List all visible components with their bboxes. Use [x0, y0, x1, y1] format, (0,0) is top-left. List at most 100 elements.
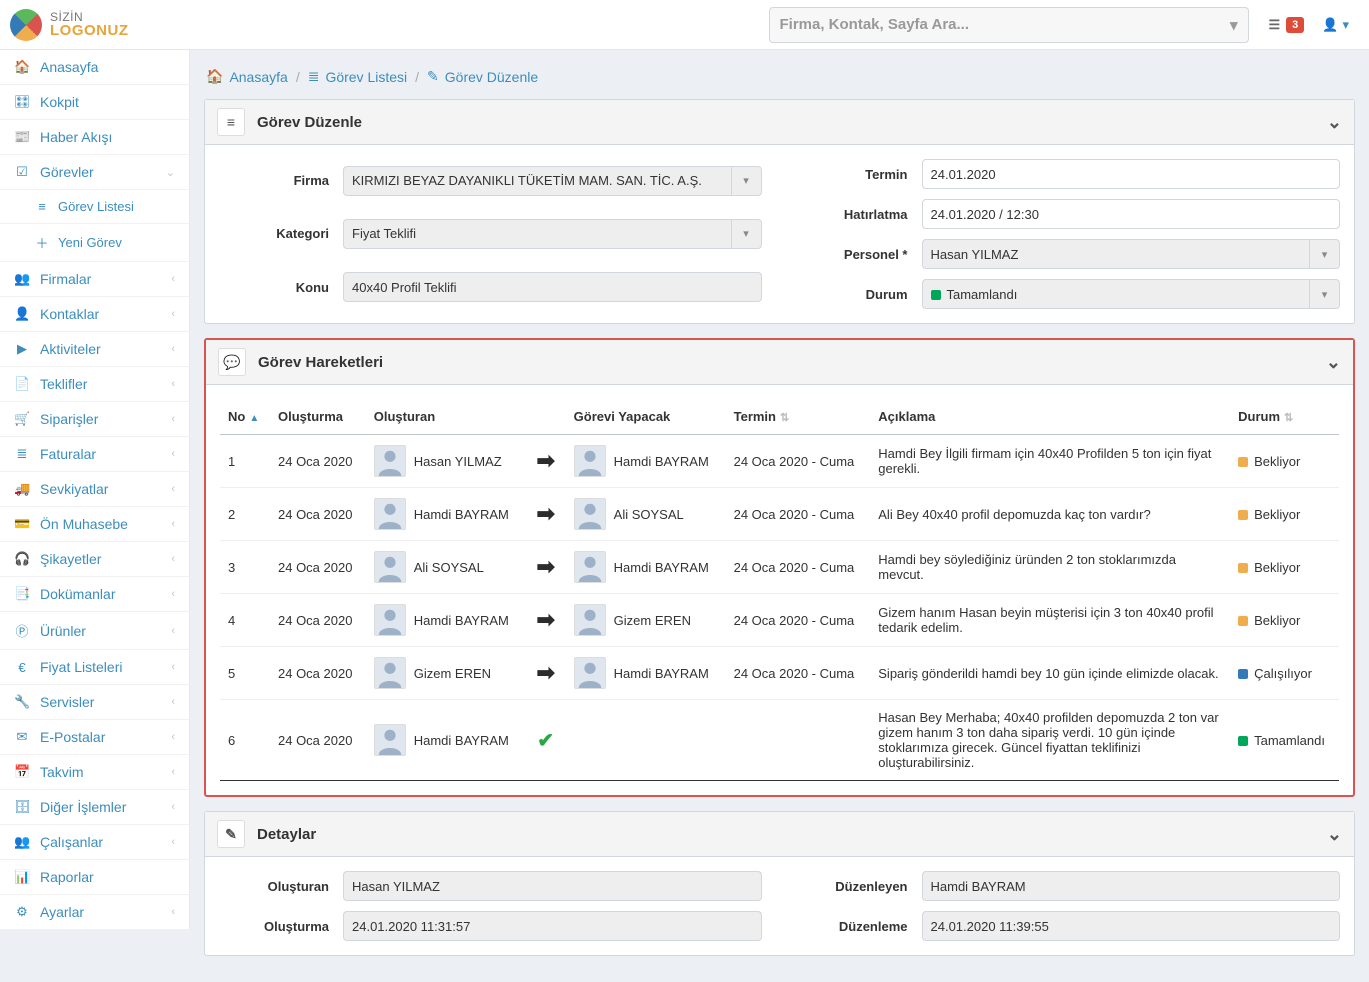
table-row[interactable]: 124 Oca 2020Hasan YILMAZ➡Hamdi BAYRAM24 … [220, 435, 1339, 488]
sidebar-label: Ayarlar [40, 904, 84, 920]
sidebar-item-emails[interactable]: ✉E-Postalar‹ [0, 719, 189, 754]
panel-title: Görev Hareketleri [258, 354, 383, 371]
table-row[interactable]: 324 Oca 2020Ali SOYSAL➡Hamdi BAYRAM24 Oc… [220, 541, 1339, 594]
sidebar-label: Kokpit [40, 94, 79, 110]
sidebar-item-companies[interactable]: 👥Firmalar‹ [0, 261, 189, 296]
notifications-button[interactable]: ☰ 3 [1269, 17, 1305, 33]
breadcrumb-home[interactable]: 🏠Anasayfa [206, 68, 288, 85]
sidebar-item-news[interactable]: 📰Haber Akışı [0, 119, 189, 154]
col-olusturan[interactable]: Oluşturan [366, 399, 566, 435]
col-no[interactable]: No [220, 399, 270, 435]
status-dot [931, 290, 941, 300]
sidebar-item-docs[interactable]: 📑Dokümanlar‹ [0, 576, 189, 611]
col-durum[interactable]: Durum [1230, 399, 1339, 435]
creator: Hamdi BAYRAM [374, 604, 518, 636]
panel-actions-button[interactable]: ≡ [217, 108, 245, 136]
sidebar-item-orders[interactable]: 🛒Siparişler‹ [0, 401, 189, 436]
field-value: Hasan YILMAZ [931, 247, 1019, 262]
arrow-right-icon: ➡ [536, 660, 554, 685]
konu-input[interactable]: 40x40 Profil Teklifi [343, 272, 762, 302]
user-menu[interactable]: 👤 ▾ [1322, 17, 1349, 33]
sidebar-item-cockpit[interactable]: 🎛 Kokpit [0, 84, 189, 119]
sidebar-item-home[interactable]: 🏠Anasayfa [0, 50, 189, 84]
cell-olusturma: 24 Oca 2020 [270, 488, 366, 541]
col-gorevi[interactable]: Görevi Yapacak [566, 399, 726, 435]
calendar-icon: 📅 [14, 764, 30, 780]
collapse-icon[interactable]: ⌄ [1327, 112, 1342, 133]
field-value: Tamamlandı [931, 287, 1018, 302]
personel-select[interactable]: Hasan YILMAZ ▾ [922, 239, 1341, 269]
chevron-left-icon: ‹ [171, 448, 175, 460]
col-termin[interactable]: Termin [726, 399, 871, 435]
cell-aciklama: Hasan Bey Merhaba; 40x40 profilden depom… [870, 700, 1230, 781]
col-aciklama[interactable]: Açıklama [870, 399, 1230, 435]
sidebar-item-employees[interactable]: 👥Çalışanlar‹ [0, 824, 189, 859]
sidebar-item-pricelists[interactable]: €Fiyat Listeleri‹ [0, 649, 189, 684]
chevron-left-icon: ‹ [171, 273, 175, 285]
cell-durum: Çalışılıyor [1230, 647, 1339, 700]
separator: / [415, 69, 419, 85]
collapse-icon[interactable]: ⌄ [1326, 352, 1341, 373]
sidebar-item-settings[interactable]: ⚙Ayarlar‹ [0, 894, 189, 929]
sidebar-item-task-list[interactable]: ≡Görev Listesi [0, 189, 189, 223]
cell-termin: 24 Oca 2020 - Cuma [726, 647, 871, 700]
sidebar-item-complaints[interactable]: 🎧Şikayetler‹ [0, 541, 189, 576]
col-olusturma[interactable]: Oluşturma [270, 399, 366, 435]
sidebar-item-reports[interactable]: 📊Raporlar [0, 859, 189, 894]
sidebar-item-invoices[interactable]: ≣Faturalar‹ [0, 436, 189, 471]
avatar [374, 445, 406, 477]
sidebar-item-preacc[interactable]: 💳Ön Muhasebe‹ [0, 506, 189, 541]
table-row[interactable]: 424 Oca 2020Hamdi BAYRAM➡Gizem EREN24 Oc… [220, 594, 1339, 647]
breadcrumb: 🏠Anasayfa / ≣Görev Listesi / ✎Görev Düze… [204, 62, 1355, 99]
field-value: Hamdi BAYRAM [931, 879, 1026, 894]
breadcrumb-edit[interactable]: ✎Görev Düzenle [427, 68, 538, 85]
sidebar-item-services[interactable]: 🔧Servisler‹ [0, 684, 189, 719]
label-duzenleme: Düzenleme [798, 919, 908, 934]
avatar [374, 604, 406, 636]
kategori-select[interactable]: Fiyat Teklifi▾ [343, 219, 762, 249]
separator: / [296, 69, 300, 85]
cell-direction: ➡ [526, 594, 566, 647]
breadcrumb-tasks[interactable]: ≣Görev Listesi [308, 68, 407, 85]
creator: Hasan YILMAZ [374, 445, 518, 477]
status-dot [1238, 616, 1248, 626]
sidebar-item-tasks[interactable]: ☑Görevler⌄ [0, 154, 189, 189]
avatar [574, 657, 606, 689]
firma-select[interactable]: KIRMIZI BEYAZ DAYANIKLI TÜKETİM MAM. SAN… [343, 166, 762, 196]
cell-direction: ➡ [526, 435, 566, 488]
collapse-icon[interactable]: ⌄ [1327, 824, 1342, 845]
table-row[interactable]: 624 Oca 2020Hamdi BAYRAM✔Hasan Bey Merha… [220, 700, 1339, 781]
sidebar-item-activities[interactable]: ▶Aktiviteler‹ [0, 331, 189, 366]
hatirlatma-input[interactable]: 24.01.2020 / 12:30 [922, 199, 1341, 229]
olusturma-field: 24.01.2020 11:31:57 [343, 911, 762, 941]
caret-down-icon: ▾ [1309, 240, 1331, 268]
cell-aciklama: Gizem hanım Hasan beyin müşterisi için 3… [870, 594, 1230, 647]
search-input[interactable]: Firma, Kontak, Sayfa Ara... ▾ [769, 7, 1249, 43]
sidebar-label: Yeni Görev [58, 235, 122, 250]
sidebar-item-contacts[interactable]: 👤Kontaklar‹ [0, 296, 189, 331]
sidebar-label: Takvim [40, 764, 84, 780]
sidebar-item-products[interactable]: ⓅÜrünler‹ [0, 611, 189, 649]
durum-select[interactable]: Tamamlandı▾ [922, 279, 1341, 309]
creator: Hamdi BAYRAM [374, 498, 518, 530]
avatar [574, 445, 606, 477]
cell-gorevi: Gizem EREN [566, 594, 726, 647]
table-row[interactable]: 224 Oca 2020Hamdi BAYRAM➡Ali SOYSAL24 Oc… [220, 488, 1339, 541]
sidebar-item-other[interactable]: 🗄Diğer İşlemler‹ [0, 789, 189, 824]
list-icon: ≣ [14, 446, 30, 462]
sidebar-item-new-task[interactable]: ＋Yeni Görev [0, 223, 189, 261]
chevron-down-icon: ⌄ [166, 166, 175, 179]
sidebar-item-offers[interactable]: 📄Teklifler‹ [0, 366, 189, 401]
sidebar-label: Sevkiyatlar [40, 481, 108, 497]
sidebar-item-calendar[interactable]: 📅Takvim‹ [0, 754, 189, 789]
termin-input[interactable]: 24.01.2020 [922, 159, 1341, 189]
sidebar-label: Çalışanlar [40, 834, 103, 850]
chevron-left-icon: ‹ [171, 553, 175, 565]
cell-gorevi: Hamdi BAYRAM [566, 647, 726, 700]
cell-olusturan: Gizem EREN [366, 647, 526, 700]
sidebar-item-shipments[interactable]: 🚚Sevkiyatlar‹ [0, 471, 189, 506]
gauge-icon: 🎛 [14, 94, 30, 110]
chevron-left-icon: ‹ [171, 661, 175, 673]
table-row[interactable]: 524 Oca 2020Gizem EREN➡Hamdi BAYRAM24 Oc… [220, 647, 1339, 700]
logo[interactable]: SİZİN LOGONUZ [0, 9, 190, 41]
